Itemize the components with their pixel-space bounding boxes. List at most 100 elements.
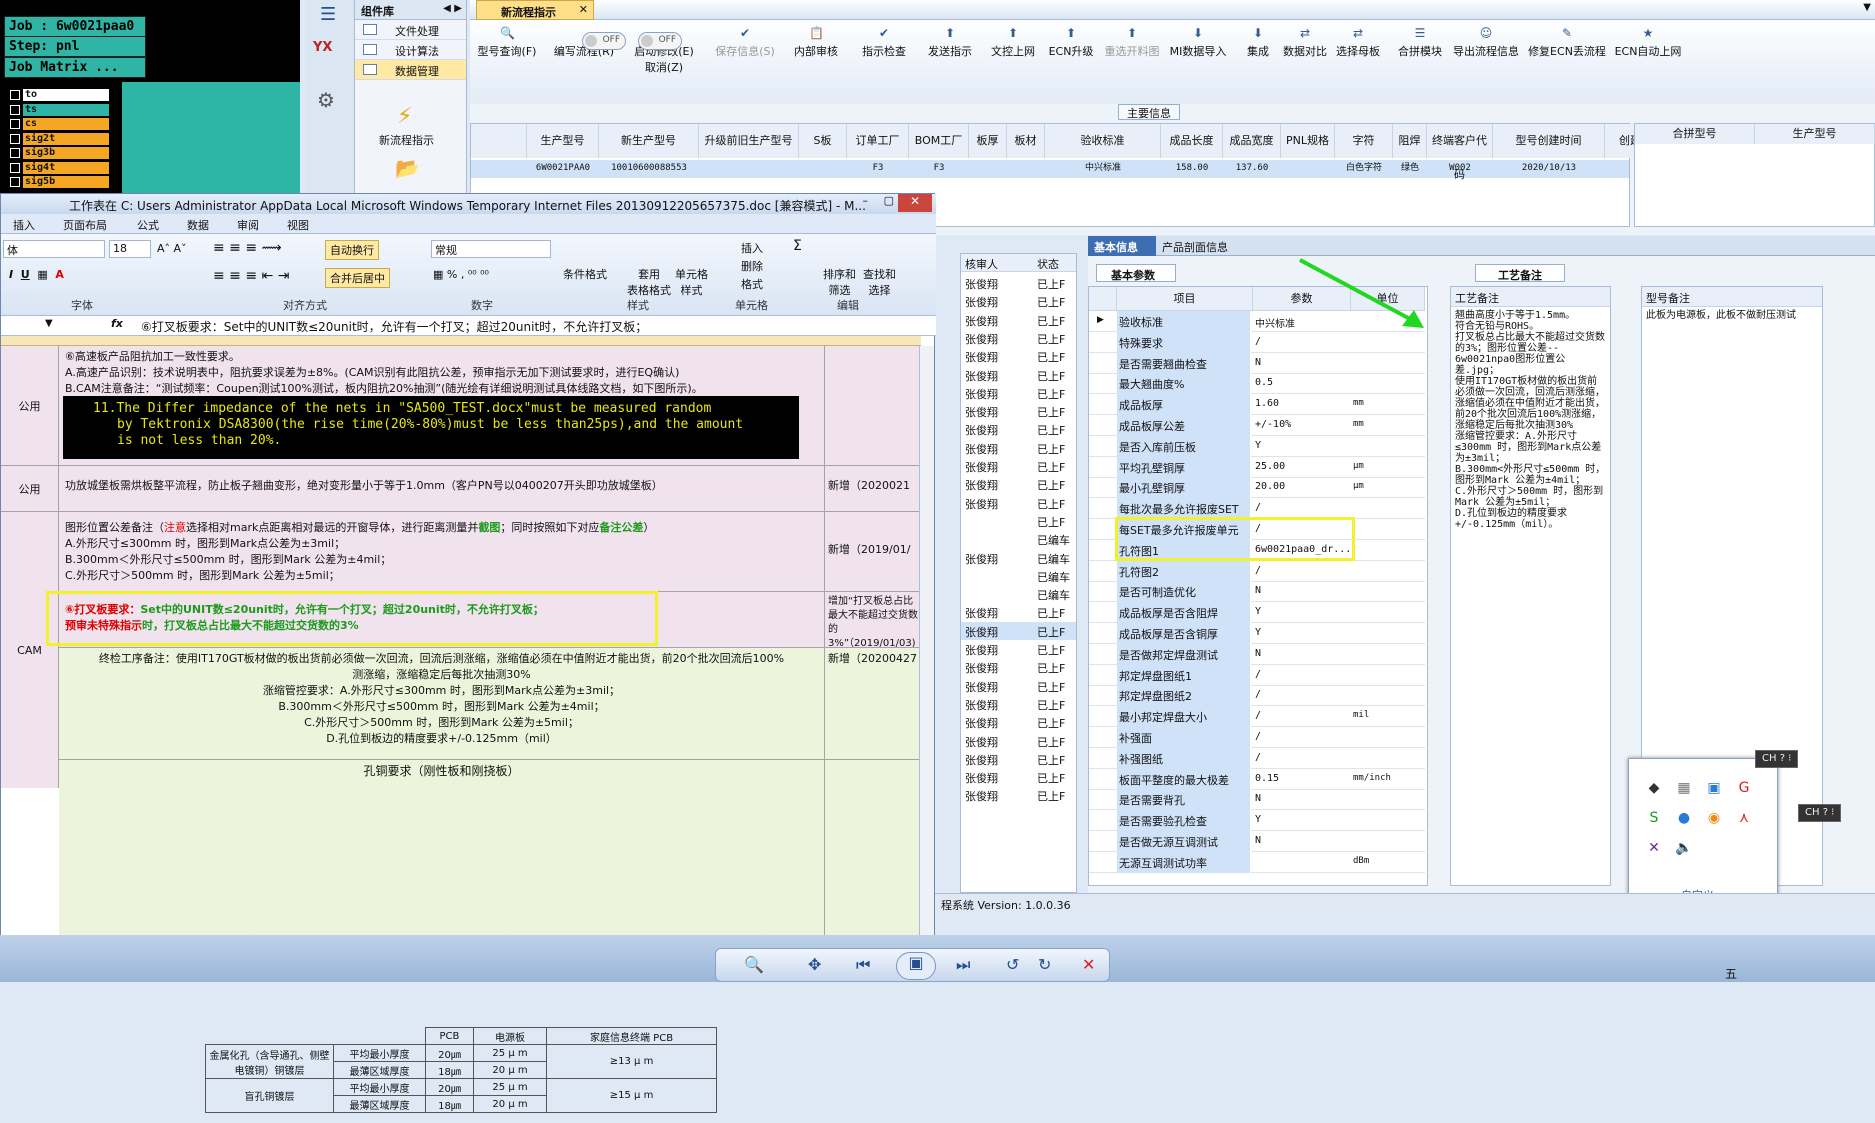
merge-center-button[interactable]: 合并后居中 [325, 268, 390, 288]
ribbon-tab-5[interactable]: 视图 [287, 217, 309, 233]
toolbar-button-12[interactable]: ⇄ 数据对比 [1282, 26, 1328, 96]
toolbar-button-4[interactable]: 📋 内部审核 [786, 26, 846, 96]
list-item[interactable]: 张俊翔 已上F [961, 384, 1076, 402]
layer-row[interactable]: ts [10, 103, 122, 117]
font-name-select[interactable]: 体 [3, 240, 105, 258]
param-value[interactable]: / [1253, 561, 1349, 582]
toolbar-button-3[interactable]: ✔ 保存信息(S) [710, 26, 780, 96]
param-row[interactable]: 成品板厚公差 +/-10% mm [1089, 415, 1425, 436]
list-item[interactable]: 张俊翔 已上F [961, 402, 1076, 420]
toolbar-button-9[interactable]: ⬆ 重选开料图 [1102, 26, 1162, 96]
param-row[interactable]: 邦定焊盘图纸1/ [1089, 664, 1425, 686]
layer-row[interactable]: sig4t [10, 161, 122, 175]
param-row[interactable]: 每批次最多允许报废SET / [1089, 498, 1425, 520]
ribbon-tab-1[interactable]: 页面布局 [63, 217, 107, 233]
ribbon-tab-3[interactable]: 数据 [187, 217, 209, 233]
param-row[interactable]: 每SET最多允许报废单元 / [1089, 519, 1425, 540]
grid-header-14[interactable]: 终端客户代码 [1427, 124, 1493, 181]
param-value[interactable]: / [1253, 748, 1349, 769]
craft-tab[interactable]: 工艺备注 [1475, 264, 1565, 282]
param-row[interactable]: 最大翘曲度% 0.5 [1089, 373, 1425, 395]
param-value[interactable]: 1.60 [1253, 394, 1349, 415]
toggle-switch[interactable]: OFF [582, 32, 626, 50]
param-row[interactable]: 是否需要验孔检查 Y [1089, 810, 1425, 832]
find-select-button[interactable]: 查找和 选择 [863, 266, 896, 298]
update-icon[interactable]: ◉ [1705, 809, 1723, 827]
list-item[interactable]: 已上F [961, 512, 1076, 530]
ribbon-tab-2[interactable]: 公式 [137, 217, 159, 233]
italic-underline-buttons[interactable]: I U ▦ A [9, 268, 64, 281]
tab-section-info[interactable]: 产品剖面信息 [1162, 239, 1228, 255]
align-buttons[interactable]: ≡ ≡ ≡ ⇤ ⇥ [213, 268, 289, 284]
model-notes-text[interactable]: 此板为电源板，此板不做耐压测试 [1642, 307, 1822, 324]
sync-icon[interactable]: S [1645, 809, 1663, 827]
rotate-right-icon[interactable]: ↻ [1038, 955, 1051, 974]
formula-input[interactable]: ⑥打叉板要求：Set中的UNIT数≤20unit时，允许有一个打叉；超过20un… [141, 318, 647, 335]
param-value[interactable] [1253, 852, 1349, 873]
toolbar-button-15[interactable]: ☺ 导出流程信息 [1450, 26, 1522, 96]
list-item[interactable]: 张俊翔 已上F [961, 658, 1076, 676]
toolbar-button-13[interactable]: ⇄ 选择母板 [1330, 26, 1386, 96]
param-value[interactable]: / [1253, 519, 1349, 540]
layer-checkbox[interactable] [10, 148, 20, 158]
tab-new-flow[interactable]: 新流程指示 ✕ [476, 0, 594, 20]
grid-header-12[interactable]: 字符 [1335, 124, 1393, 158]
param-value[interactable]: 0.15 [1253, 769, 1349, 790]
param-value[interactable]: / [1253, 727, 1349, 748]
grid-header-10[interactable]: 成品宽度 [1223, 124, 1281, 158]
layer-row[interactable]: sig2t [10, 132, 122, 146]
list-item[interactable]: 张俊翔 已上F [961, 457, 1076, 475]
align-top-buttons[interactable]: ≡ ≡ ≡ ⟿ [213, 240, 282, 256]
grid-header-7[interactable]: 板材 [1007, 124, 1045, 158]
new-flow-link[interactable]: 新流程指示 [379, 132, 434, 148]
delete-cells-button[interactable]: 删除 [741, 258, 763, 274]
list-item[interactable]: 已编车 [961, 567, 1076, 585]
zoom-icon[interactable]: 🔍 [744, 955, 764, 974]
pin-icon[interactable]: ◀ ▶ [443, 3, 462, 14]
font-size-select[interactable]: 18 [109, 240, 151, 258]
list-item[interactable]: 张俊翔 已上F [961, 768, 1076, 786]
acrobat-icon[interactable]: ⋏ [1735, 809, 1753, 827]
grid-header-4[interactable]: 订单工厂 [847, 124, 909, 158]
grid-header-15[interactable]: 型号创建时间 [1493, 124, 1605, 158]
list-item[interactable]: 张俊翔 已上F [961, 420, 1076, 438]
toolbar-button-11[interactable]: ⬇ 集成 [1238, 26, 1278, 96]
param-value[interactable]: Y [1253, 623, 1349, 644]
grid-header-11[interactable]: PNL规格 [1281, 124, 1335, 158]
layer-checkbox[interactable] [10, 90, 20, 100]
param-tab[interactable]: 基本参数 [1096, 264, 1176, 282]
param-value[interactable]: 25.00 [1253, 457, 1349, 478]
layer-checkbox[interactable] [10, 177, 20, 187]
param-value[interactable]: 20.00 [1253, 477, 1349, 498]
param-row[interactable]: 补强面 / [1089, 727, 1425, 748]
craft-notes-text[interactable]: 翘曲高度小于等于1.5mm。 符合无铅与ROHS。 打叉板总占比最大不能超过交货… [1451, 307, 1610, 533]
param-value[interactable]: N [1253, 789, 1349, 810]
param-value[interactable]: Y [1253, 602, 1349, 623]
list-item[interactable]: 张俊翔 已上F [961, 366, 1076, 384]
rotate-left-icon[interactable]: ↺ [1006, 955, 1019, 974]
grid-header-3[interactable]: S板 [799, 124, 847, 158]
list-item[interactable]: 张俊翔 已上F [961, 439, 1076, 457]
param-row[interactable]: 补强图纸 / [1089, 747, 1425, 769]
table-format-button[interactable]: 套用 表格格式 [627, 266, 671, 298]
list-item[interactable]: 张俊翔 已上F [961, 347, 1076, 365]
param-row[interactable]: 最小孔壁铜厚 20.00 μm [1089, 477, 1425, 499]
close-window-button[interactable]: ✕ [898, 194, 932, 212]
param-row[interactable]: 是否入库前压板 Y [1089, 435, 1425, 457]
param-value[interactable]: 0.5 [1253, 373, 1349, 394]
insert-cells-button[interactable]: 插入 [741, 240, 763, 256]
grid-header-5[interactable]: BOM工厂 [909, 124, 969, 158]
list-item[interactable]: 张俊翔 已上F [961, 621, 1076, 640]
param-row[interactable]: 孔符图1 6w0021paa0_dr... [1089, 539, 1425, 561]
wrap-text-button[interactable]: 自动换行 [325, 240, 379, 260]
list-item[interactable]: 张俊翔 已上F [961, 677, 1076, 695]
param-row[interactable]: 板面平整度的最大极差 0.15 mm/inch [1089, 768, 1425, 790]
layer-row[interactable]: sig3b [10, 147, 122, 160]
ime-bar-2[interactable]: CH ? ⁝ [1798, 804, 1842, 822]
layer-checkbox[interactable] [10, 104, 20, 115]
param-value[interactable]: / [1253, 498, 1349, 519]
param-row[interactable]: 是否做邦定焊盘测试 N [1089, 643, 1425, 665]
maximize-button[interactable]: ▢ [884, 194, 894, 207]
tab-basic-info[interactable]: 基本信息 [1088, 236, 1156, 256]
minimize-button[interactable]: – [863, 194, 869, 207]
